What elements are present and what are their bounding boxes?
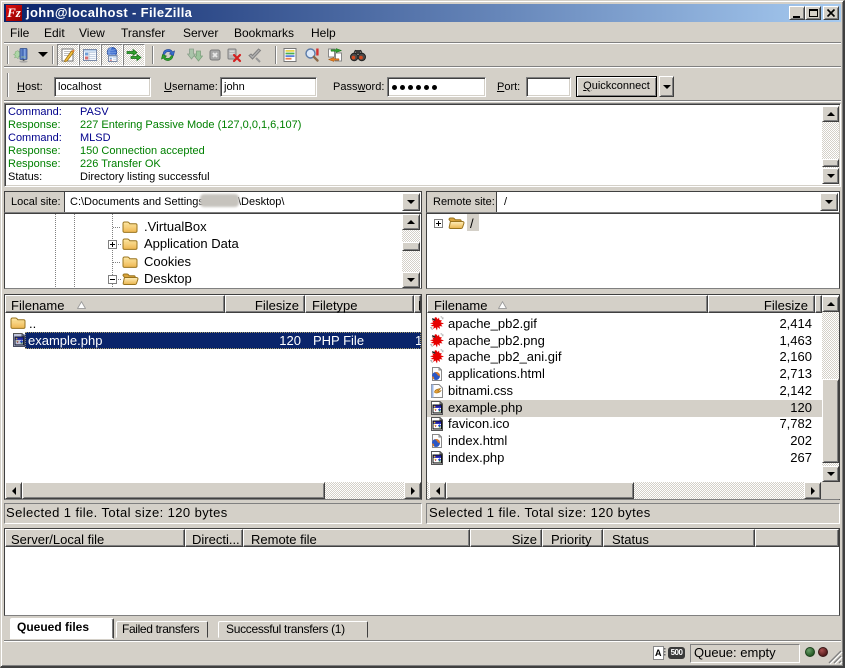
svg-text:A: A xyxy=(655,648,662,658)
